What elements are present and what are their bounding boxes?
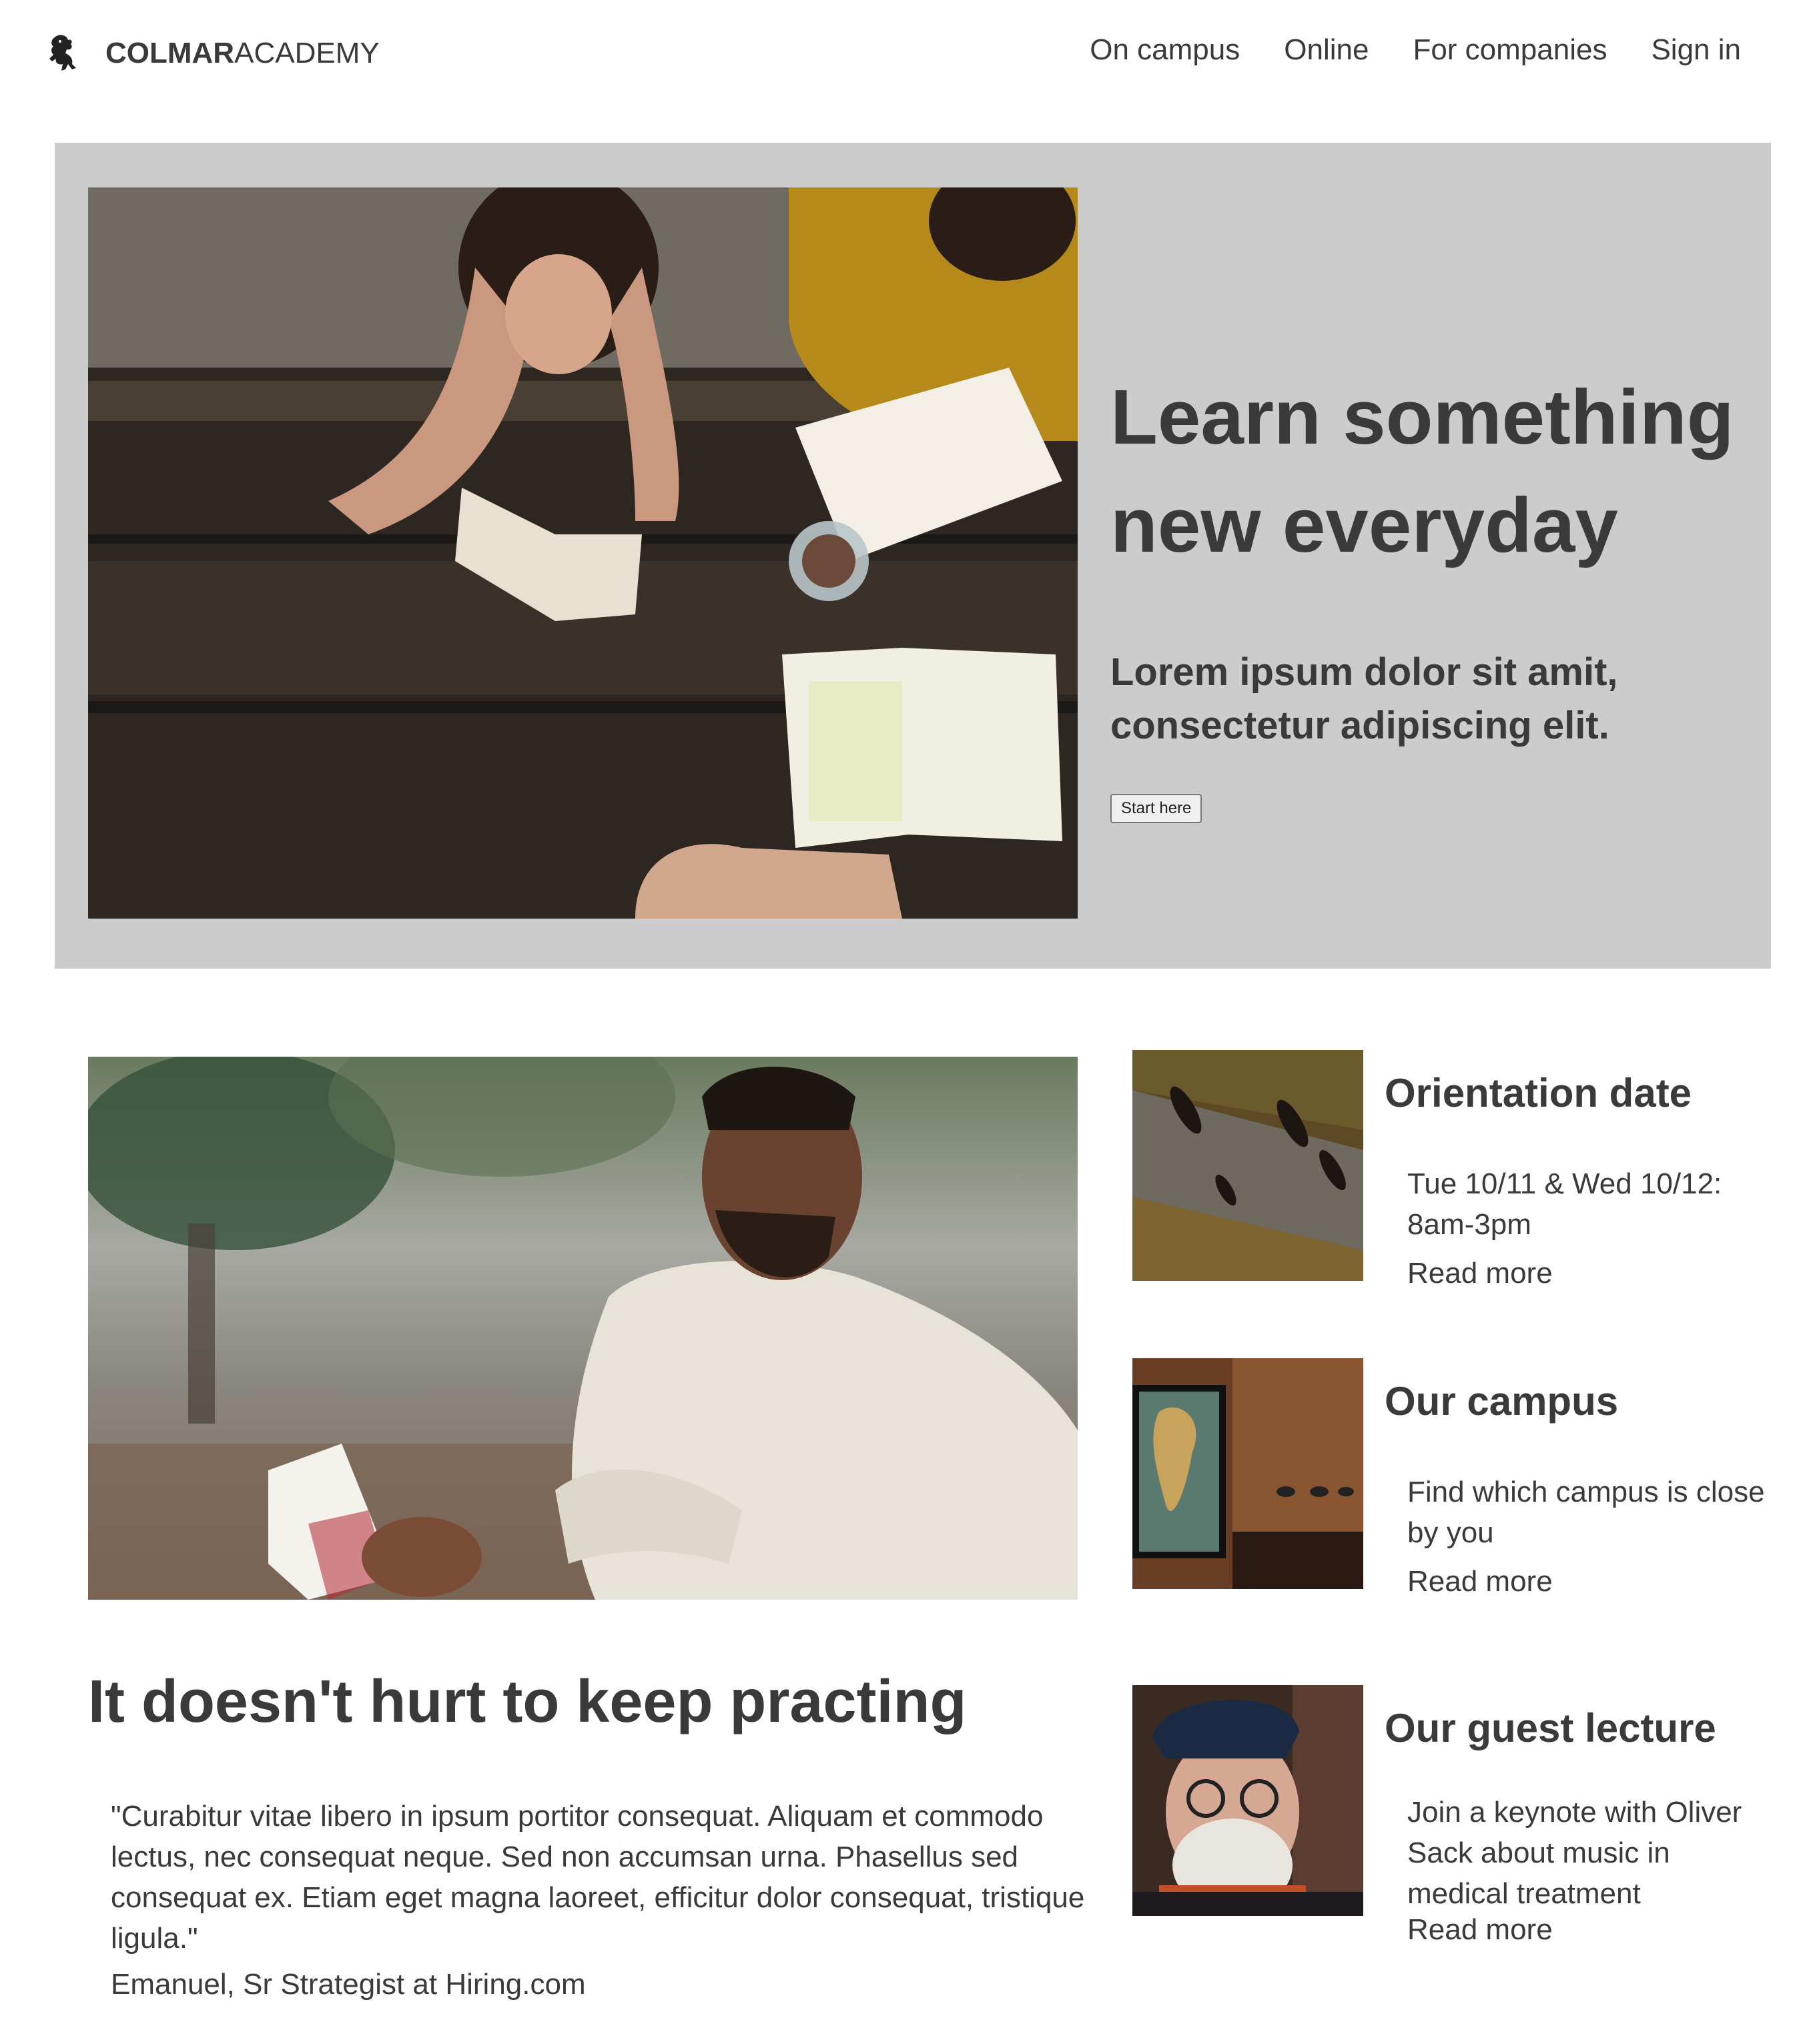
hero-image-students-reading bbox=[88, 187, 1078, 919]
testimonial-quote: "Curabitur vitae libero in ipsum portito… bbox=[111, 1800, 1085, 1955]
site-logo[interactable]: COLMARACADEMY bbox=[45, 33, 380, 73]
hero-title: Learn something new everyday bbox=[1110, 374, 1734, 568]
nav-for-companies[interactable]: For companies bbox=[1413, 33, 1607, 67]
card-text: Find which campus is close by you bbox=[1407, 1476, 1765, 1549]
read-more-link[interactable]: Read more bbox=[1407, 1565, 1553, 1598]
lion-rampant-icon bbox=[49, 35, 76, 71]
card-title: Our guest lecture bbox=[1385, 1706, 1716, 1750]
read-more-link[interactable]: Read more bbox=[1407, 1257, 1553, 1290]
feature-image-man-reading bbox=[88, 1057, 1078, 1600]
hero-subtitle: Lorem ipsum dolor sit amit, consectetur … bbox=[1110, 650, 1618, 747]
site-header: COLMARACADEMY On campus Online For compa… bbox=[0, 0, 1805, 113]
start-here-button[interactable]: Start here bbox=[1110, 794, 1202, 823]
nav-sign-in[interactable]: Sign in bbox=[1651, 33, 1741, 67]
site-name: COLMARACADEMY bbox=[105, 37, 380, 70]
nav-on-campus[interactable]: On campus bbox=[1090, 33, 1240, 67]
card-text: Tue 10/11 & Wed 10/12: 8am-3pm bbox=[1407, 1167, 1722, 1241]
card-title: Our campus bbox=[1385, 1379, 1619, 1424]
read-more-link[interactable]: Read more bbox=[1407, 1913, 1553, 1947]
logo-light-text: ACADEMY bbox=[234, 37, 380, 69]
card-title: Orientation date bbox=[1385, 1071, 1692, 1115]
orientation-thumbnail bbox=[1132, 1050, 1363, 1281]
campus-thumbnail bbox=[1132, 1358, 1363, 1589]
hero-copy: Learn something new everyday Lorem ipsum… bbox=[1110, 363, 1751, 823]
main-nav: On campus Online For companies Sign in bbox=[1090, 33, 1741, 67]
card-text: Join a keynote with Oliver Sack about mu… bbox=[1407, 1796, 1742, 1910]
testimonial-author: Emanuel, Sr Strategist at Hiring.com bbox=[111, 1968, 586, 2001]
guest-lecture-thumbnail bbox=[1132, 1685, 1363, 1916]
feature-title: It doesn't hurt to keep practing bbox=[88, 1668, 967, 1735]
hero-banner: Learn something new everyday Lorem ipsum… bbox=[55, 143, 1771, 969]
nav-online[interactable]: Online bbox=[1284, 33, 1369, 67]
logo-bold-text: COLMAR bbox=[105, 37, 235, 69]
